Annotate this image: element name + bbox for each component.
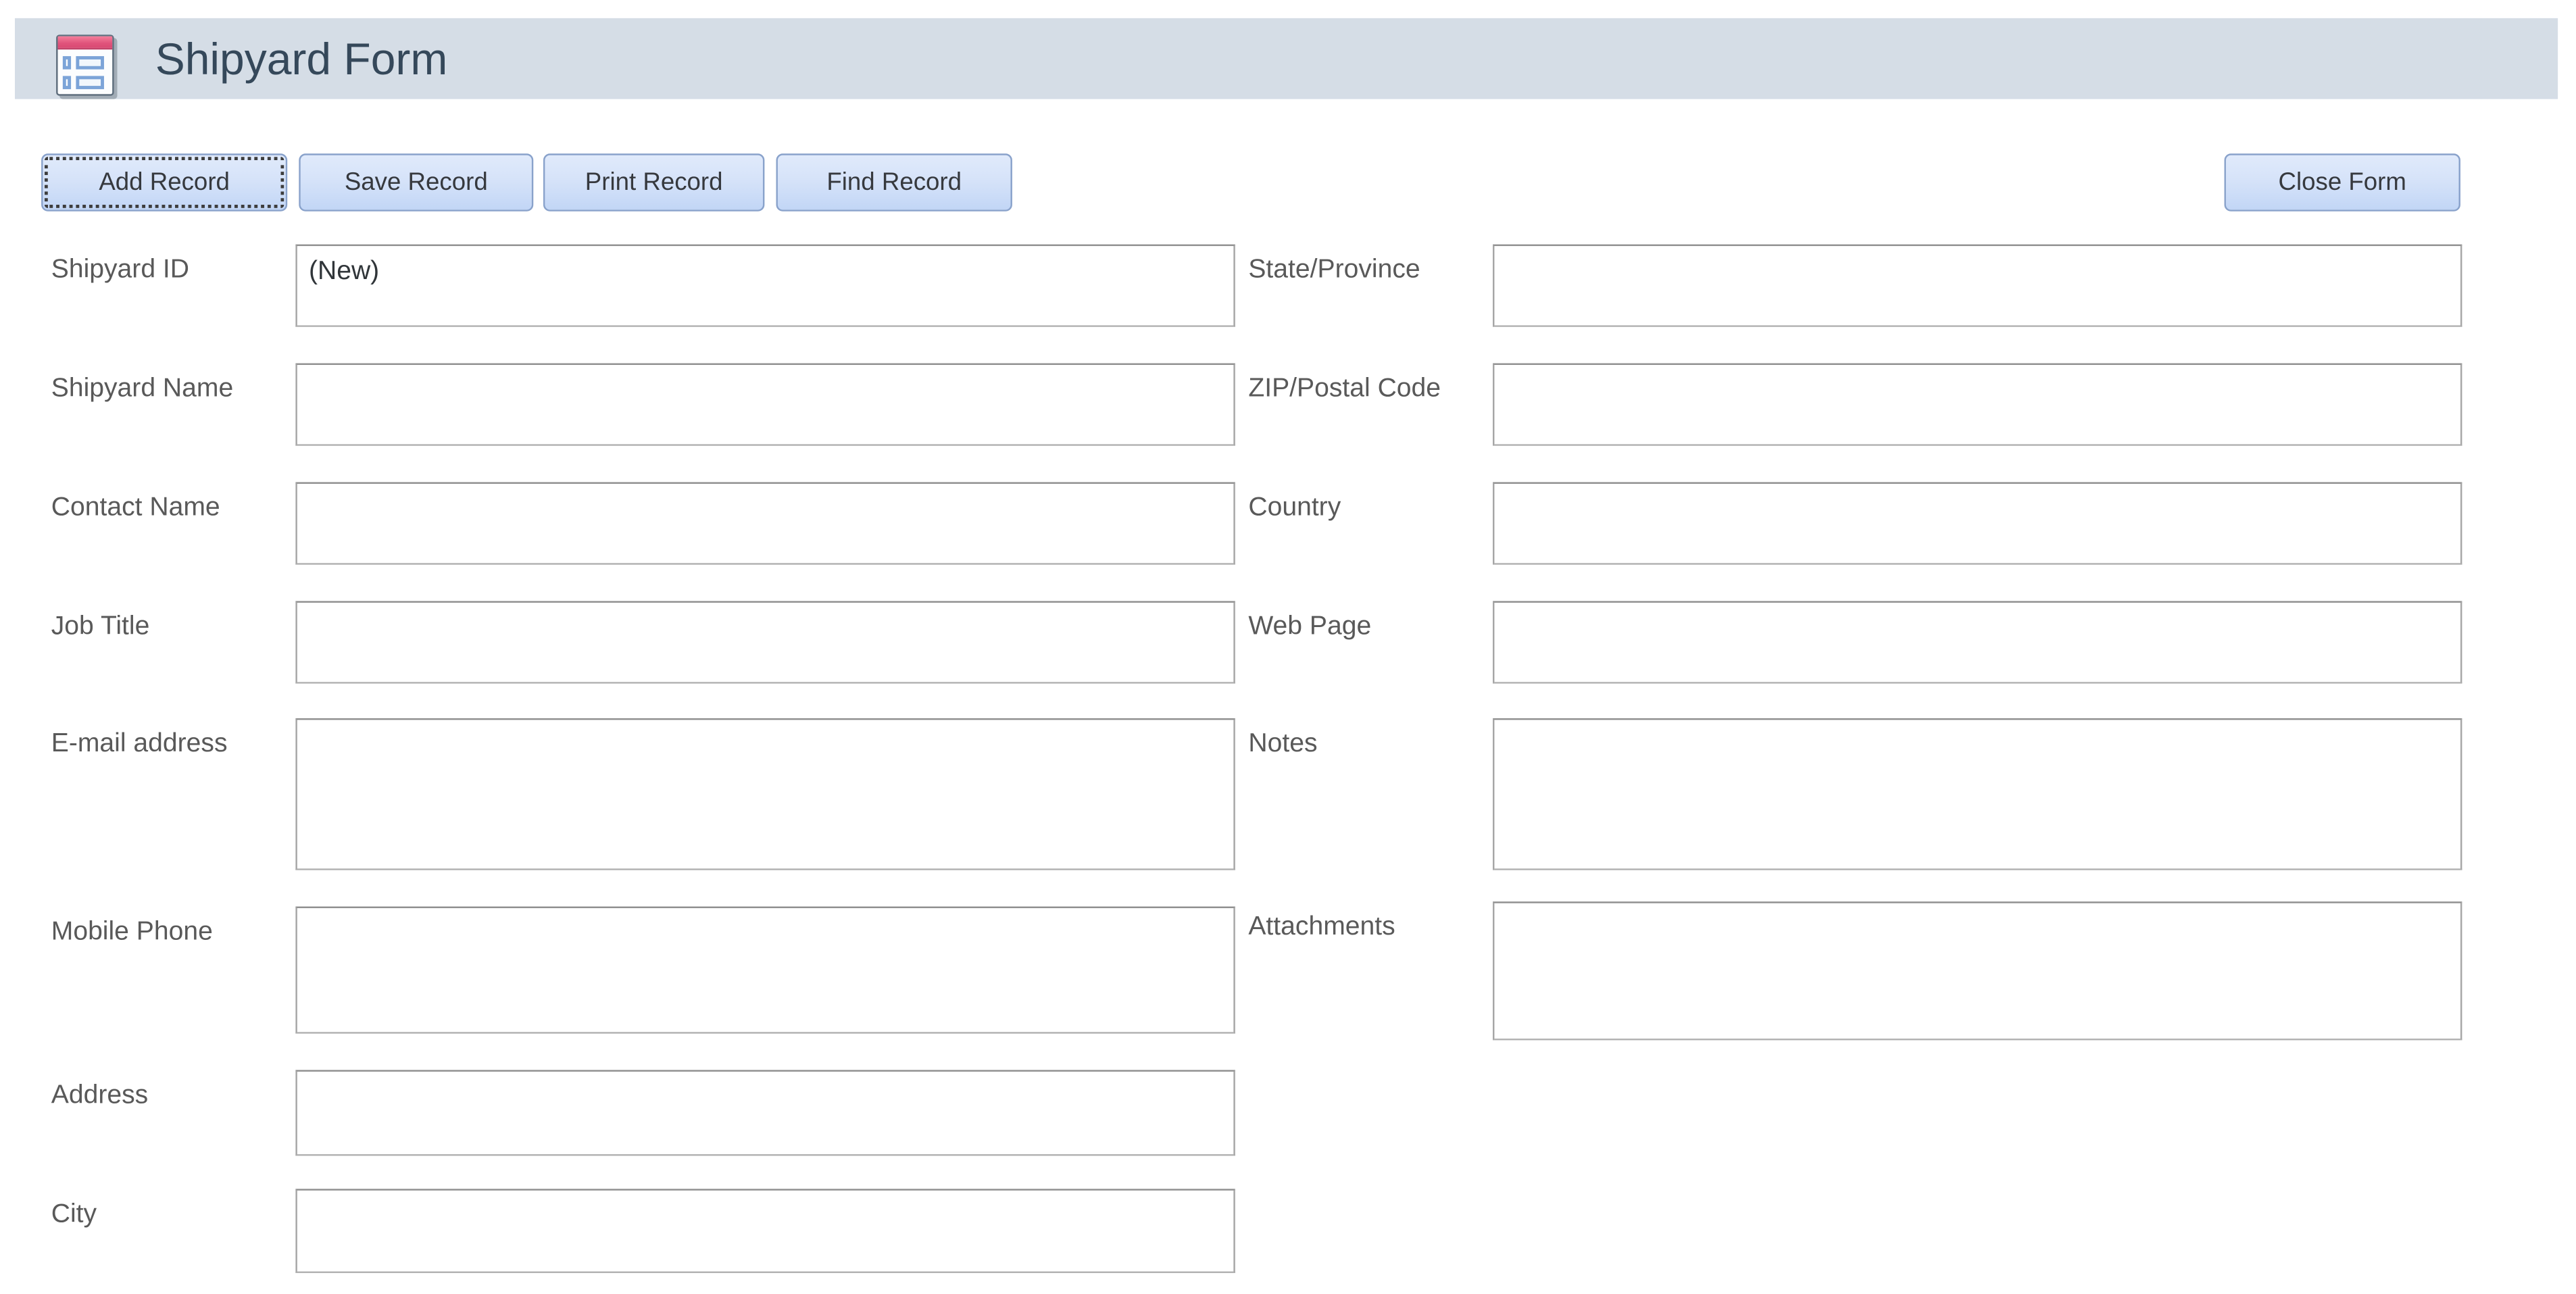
field-row-email-address: E-mail address — [51, 718, 1235, 870]
notes-label: Notes — [1248, 718, 1493, 760]
form-header: Shipyard Form — [15, 18, 2558, 99]
form-icon — [56, 34, 114, 95]
field-row-state-province: State/Province — [1248, 245, 2462, 327]
shipyard-id-field[interactable]: (New) — [295, 245, 1235, 327]
address-label: Address — [51, 1070, 296, 1111]
zip-postal-code-field[interactable] — [1493, 364, 2462, 446]
shipyard-name-field[interactable] — [295, 364, 1235, 446]
job-title-label: Job Title — [51, 601, 296, 642]
shipyard-id-label: Shipyard ID — [51, 245, 296, 286]
find-record-button[interactable]: Find Record — [776, 153, 1012, 211]
contact-name-field[interactable] — [295, 482, 1235, 565]
field-row-notes: Notes — [1248, 718, 2462, 870]
state-province-field[interactable] — [1493, 245, 2462, 327]
field-row-mobile-phone: Mobile Phone — [51, 907, 1235, 1034]
page-title: Shipyard Form — [155, 18, 448, 99]
field-row-attachments: Attachments — [1248, 901, 2462, 1040]
email-address-label: E-mail address — [51, 718, 296, 760]
city-field[interactable] — [295, 1189, 1235, 1273]
email-address-field[interactable] — [295, 718, 1235, 870]
state-province-label: State/Province — [1248, 245, 1493, 286]
attachments-field[interactable] — [1493, 901, 2462, 1040]
mobile-phone-field[interactable] — [295, 907, 1235, 1034]
zip-postal-code-label: ZIP/Postal Code — [1248, 364, 1493, 405]
web-page-field[interactable] — [1493, 601, 2462, 683]
field-row-zip-postal-code: ZIP/Postal Code — [1248, 364, 2462, 446]
field-row-country: Country — [1248, 482, 2462, 565]
field-row-address: Address — [51, 1070, 1235, 1155]
country-field[interactable] — [1493, 482, 2462, 565]
toolbar: Add Record Save Record Print Record Find… — [0, 153, 2576, 211]
field-row-city: City — [51, 1189, 1235, 1273]
add-record-button[interactable]: Add Record — [41, 153, 287, 211]
address-field[interactable] — [295, 1070, 1235, 1155]
save-record-button[interactable]: Save Record — [299, 153, 533, 211]
form-icon-band — [58, 36, 113, 50]
shipyard-name-label: Shipyard Name — [51, 364, 296, 405]
field-row-shipyard-name: Shipyard Name — [51, 364, 1235, 446]
contact-name-label: Contact Name — [51, 482, 296, 524]
form-icon-row2-dash — [63, 76, 71, 89]
job-title-field[interactable] — [295, 601, 1235, 683]
notes-field[interactable] — [1493, 718, 2462, 870]
field-row-contact-name: Contact Name — [51, 482, 1235, 565]
country-label: Country — [1248, 482, 1493, 524]
city-label: City — [51, 1189, 296, 1230]
form-icon-row1-box — [76, 56, 104, 70]
form-icon-row2-box — [76, 76, 104, 89]
close-form-button[interactable]: Close Form — [2225, 153, 2460, 211]
field-row-job-title: Job Title — [51, 601, 1235, 683]
print-record-button[interactable]: Print Record — [543, 153, 764, 211]
mobile-phone-label: Mobile Phone — [51, 907, 296, 948]
field-row-shipyard-id: Shipyard ID (New) — [51, 245, 1235, 327]
attachments-label: Attachments — [1248, 901, 1493, 943]
form-icon-row1-dash — [63, 56, 71, 70]
web-page-label: Web Page — [1248, 601, 1493, 642]
field-row-web-page: Web Page — [1248, 601, 2462, 683]
shipyard-form-window: Shipyard Form Add Record Save Record Pri… — [0, 0, 2576, 1294]
